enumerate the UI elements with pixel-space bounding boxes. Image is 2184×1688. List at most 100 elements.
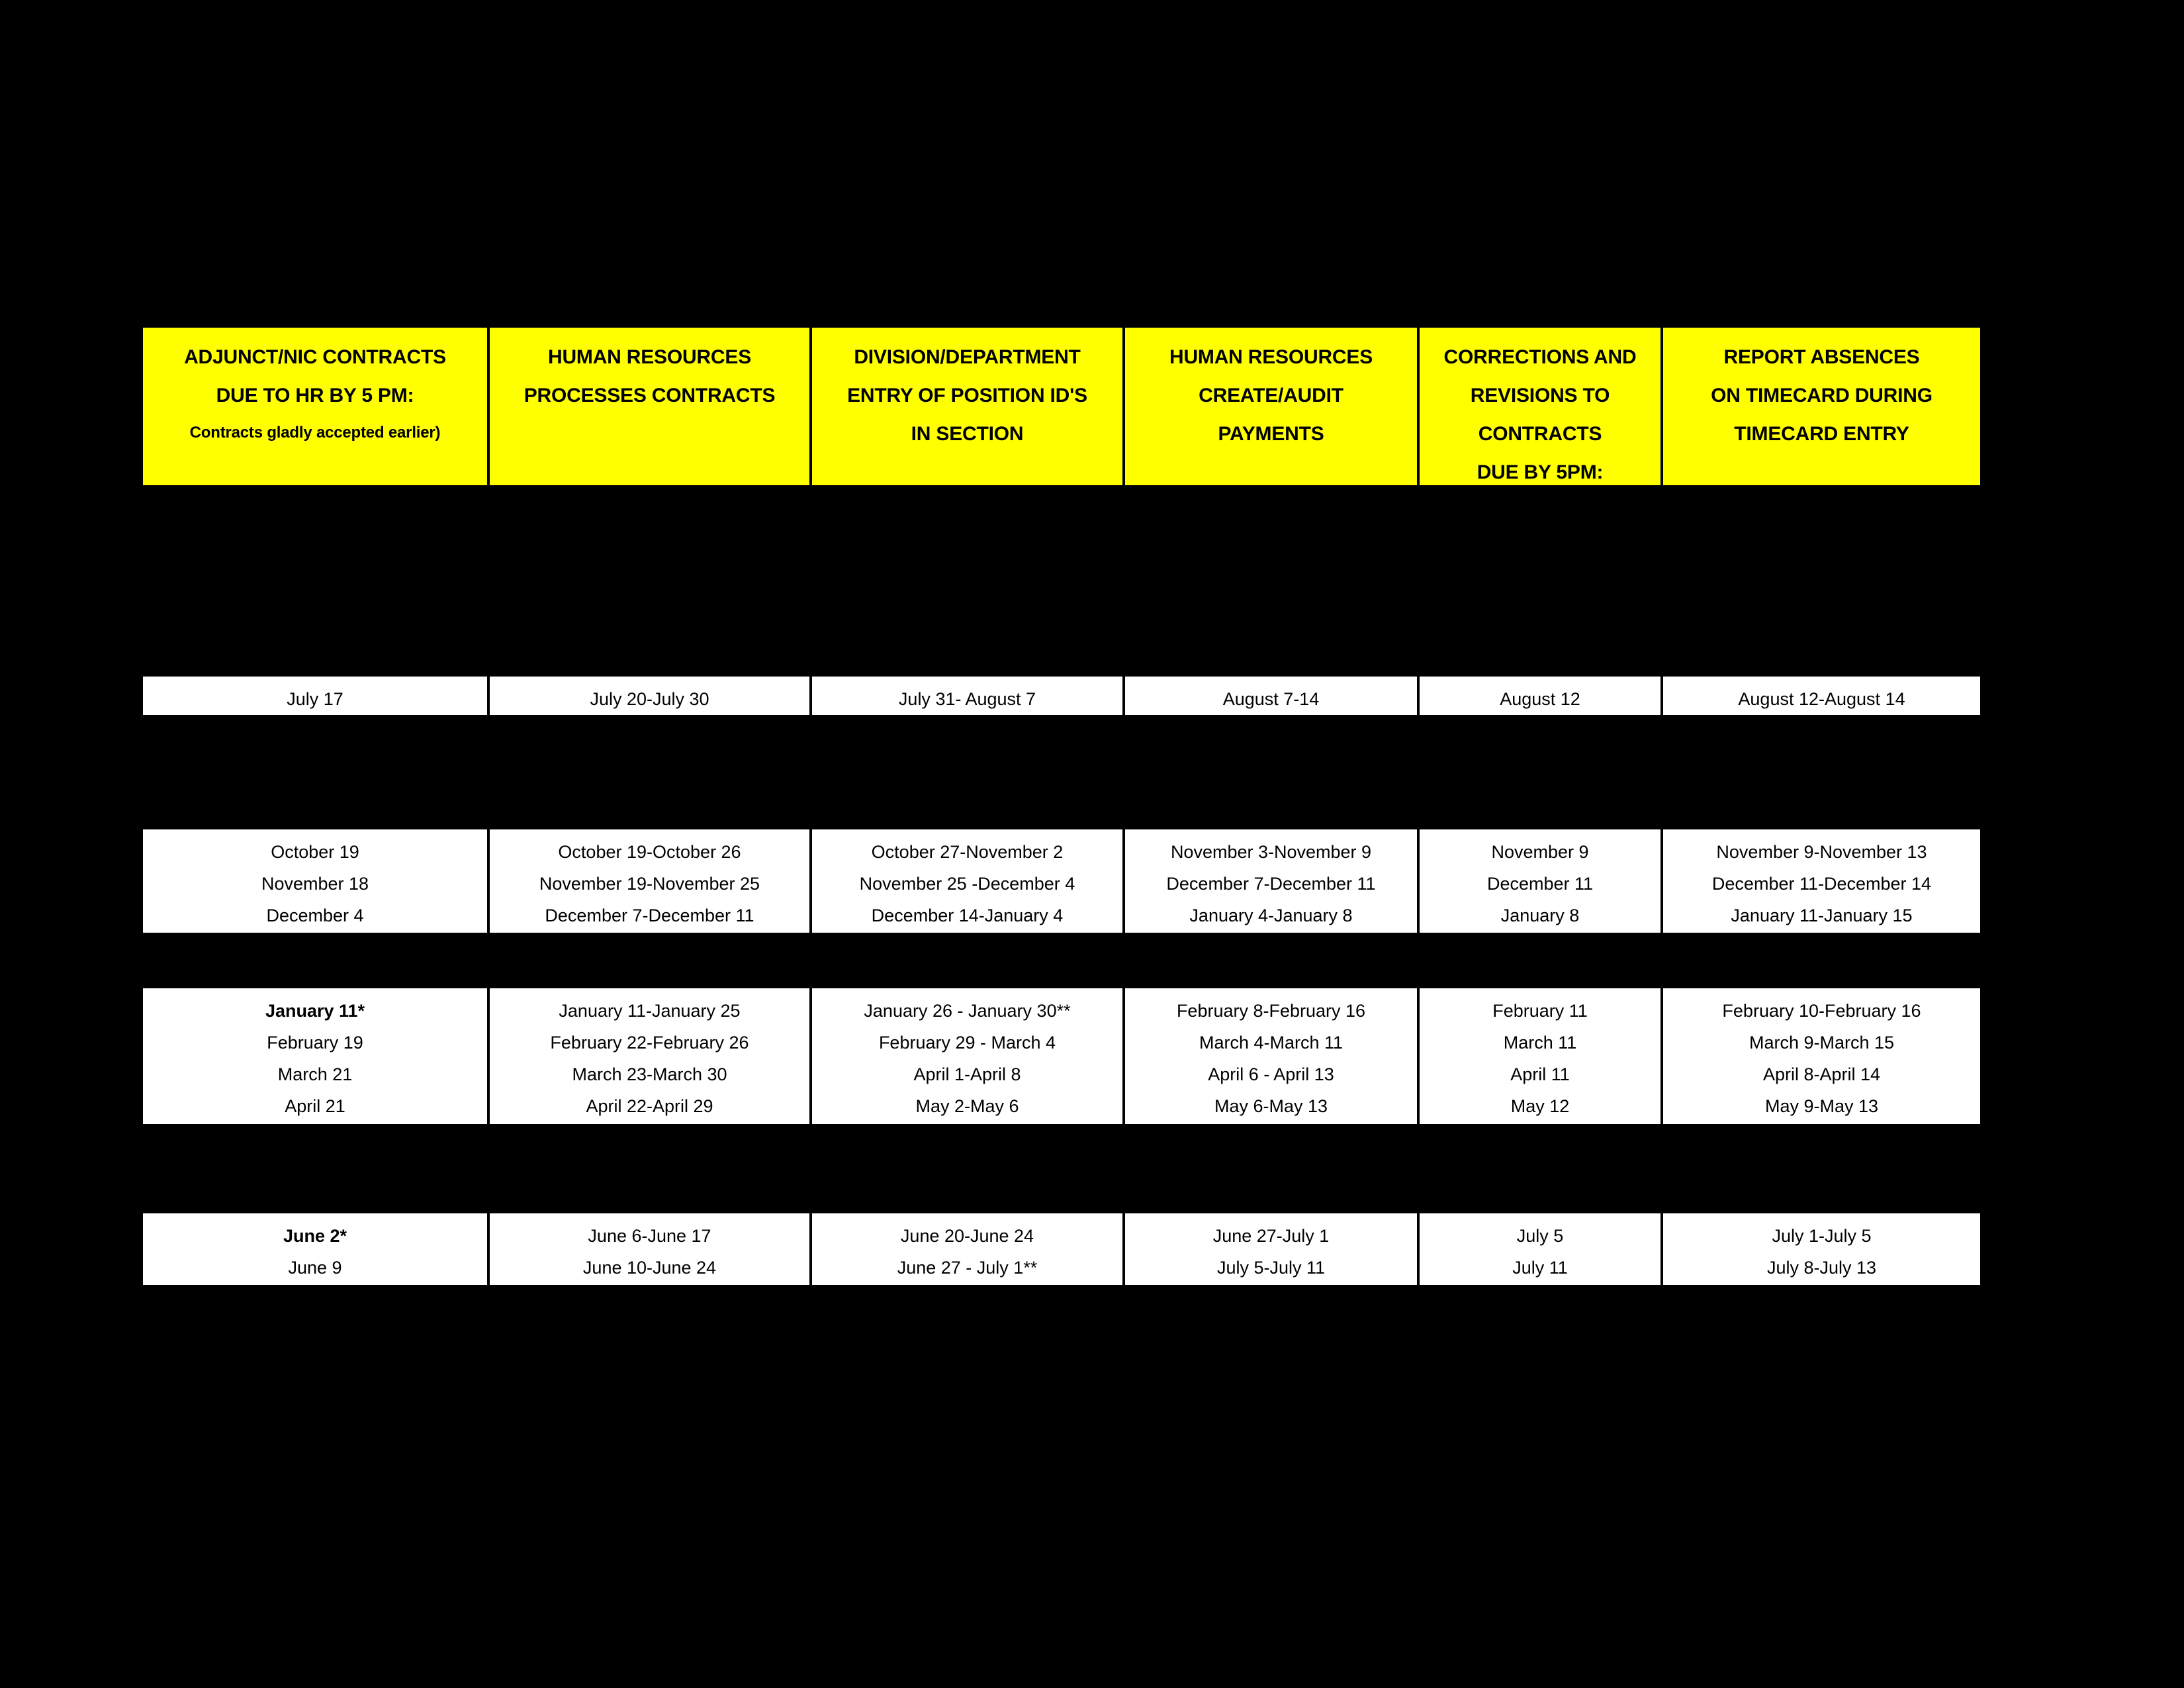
data-block-summer-fall: July 17 July 20-July 30 July 31- August … <box>143 677 1980 715</box>
table-cell: November 3-November 9 December 7-December… <box>1125 829 1420 933</box>
table-cell: February 10-February 16 March 9-March 15 A… <box>1663 988 1980 1124</box>
cell-date-text: July 8-July 13 <box>1766 1258 1877 1278</box>
cell-date-text: October 19-October 26 <box>558 842 741 862</box>
table-cell: February 11 March 11 April 11 May 12 <box>1420 988 1663 1124</box>
payroll-deadline-calendar: ADJUNCT/NIC CONTRACTS DUE TO HR BY 5 PM: C… <box>143 0 1980 1688</box>
cell-date-text: July 20-July 30 <box>590 689 709 709</box>
cell-date-text: March 11 <box>1503 1033 1577 1053</box>
header-line: PAYMENTS <box>1218 423 1324 445</box>
table-cell: November 9 December 11 January 8 <box>1420 829 1663 933</box>
cell-date-text: December 11 <box>1486 874 1594 894</box>
cell-date-text: October 19 <box>271 842 359 862</box>
cell-date-text: June 27 - July 1** <box>897 1258 1038 1278</box>
header-line: HUMAN RESOURCES <box>1169 346 1373 368</box>
header-line: PROCESSES CONTRACTS <box>523 385 776 406</box>
cell-date-text: June 27-July 1 <box>1212 1226 1330 1246</box>
cell-date-text: December 4 <box>266 906 364 925</box>
cell-date-text: December 7-December 11 <box>545 906 754 925</box>
header-line: REPORT ABSENCES <box>1723 346 1920 368</box>
header-cell-human-resources-create-audit-payments: HUMAN RESOURCES CREATE/AUDIT PAYMENTS <box>1125 328 1420 485</box>
table-cell: November 9-November 13 December 11-Decemb… <box>1663 829 1980 933</box>
header-line: DUE TO HR BY 5 PM: <box>216 385 414 406</box>
header-cell-human-resources-processes-contracts: HUMAN RESOURCES PROCESSES CONTRACTS <box>490 328 812 485</box>
header-line: CREATE/AUDIT <box>1199 385 1343 406</box>
cell-date-text: April 6 - April 13 <box>1208 1064 1334 1084</box>
table-cell: August 7-14 <box>1125 677 1420 715</box>
cell-date-text: November 9 <box>1491 842 1589 862</box>
cell-date-text: December 7-December 11 <box>1166 874 1376 894</box>
table-cell: October 19 November 18 December 4 <box>143 829 490 933</box>
cell-date-text: April 21 <box>285 1096 345 1116</box>
header-line: DUE BY 5PM: <box>1477 461 1604 483</box>
cell-date-text: January 26 - January 30** <box>864 1001 1071 1021</box>
cell-date-text: December 14-January 4 <box>871 906 1064 925</box>
table-cell: January 11-January 25 February 22-Februar… <box>490 988 812 1124</box>
cell-date-text: March 23-March 30 <box>572 1064 727 1084</box>
cell-date-text: July 5 <box>1516 1226 1564 1246</box>
data-block-fall: October 19 November 18 December 4 October … <box>143 829 1980 933</box>
header-line: REVISIONS TO <box>1470 385 1610 406</box>
header-line: ENTRY OF POSITION ID'S <box>847 385 1087 406</box>
table-cell: June 27-July 1 July 5-July 11 <box>1125 1213 1420 1285</box>
cell-date-text: November 3-November 9 <box>1170 842 1372 862</box>
cell-date-text: February 11 <box>1492 1001 1588 1021</box>
cell-date-text: February 8-February 16 <box>1176 1001 1366 1021</box>
cell-date-text: November 9-November 13 <box>1716 842 1927 862</box>
header-line: TIMECARD ENTRY <box>1734 423 1909 445</box>
cell-date-text: February 10-February 16 <box>1722 1001 1921 1021</box>
cell-date-text: June 2* <box>283 1226 347 1246</box>
header-line: HUMAN RESOURCES <box>547 346 752 368</box>
cell-date-text: November 18 <box>261 874 369 894</box>
header-line: CONTRACTS <box>1478 423 1602 445</box>
cell-date-text: January 4-January 8 <box>1189 906 1353 925</box>
table-cell: June 20-June 24 June 27 - July 1** <box>812 1213 1125 1285</box>
table-cell: July 1-July 5 July 8-July 13 <box>1663 1213 1980 1285</box>
cell-date-text: May 9-May 13 <box>1764 1096 1879 1116</box>
data-block-summer: June 2* June 9 June 6-June 17 June 10-June… <box>143 1213 1980 1285</box>
cell-date-text: June 20-June 24 <box>900 1226 1034 1246</box>
table-cell: June 2* June 9 <box>143 1213 490 1285</box>
table-cell: October 19-October 26 November 19-Novembe… <box>490 829 812 933</box>
header-cell-report-absences-on-timecard: REPORT ABSENCES ON TIMECARD DURING TIMECAR… <box>1663 328 1980 485</box>
cell-date-text: January 11-January 15 <box>1731 906 1913 925</box>
cell-date-text: August 12 <box>1500 689 1580 709</box>
cell-date-text: July 1-July 5 <box>1772 1226 1872 1246</box>
cell-date-text: March 9-March 15 <box>1749 1033 1895 1053</box>
table-cell: August 12-August 14 <box>1663 677 1980 715</box>
header-cell-division-department-entry: DIVISION/DEPARTMENT ENTRY OF POSITION ID'… <box>812 328 1125 485</box>
table-cell: August 12 <box>1420 677 1663 715</box>
table-cell: February 8-February 16 March 4-March 11 Ap… <box>1125 988 1420 1124</box>
cell-date-text: January 11* <box>265 1001 365 1021</box>
cell-date-text: December 11-December 14 <box>1711 874 1932 894</box>
cell-date-text: April 1-April 8 <box>913 1064 1021 1084</box>
cell-date-text: June 9 <box>288 1258 342 1278</box>
cell-date-text: July 31- August 7 <box>898 689 1036 709</box>
header-cell-corrections-and-revisions: CORRECTIONS AND REVISIONS TO CONTRACTS DUE … <box>1420 328 1663 485</box>
table-cell: July 17 <box>143 677 490 715</box>
cell-date-text: April 22-April 29 <box>586 1096 713 1116</box>
cell-date-text: January 8 <box>1500 906 1580 925</box>
table-header-row: ADJUNCT/NIC CONTRACTS DUE TO HR BY 5 PM: C… <box>143 328 1980 485</box>
header-line: ON TIMECARD DURING <box>1711 385 1933 406</box>
table-cell: July 31- August 7 <box>812 677 1125 715</box>
cell-date-text: November 19-November 25 <box>539 874 760 894</box>
cell-date-text: April 8-April 14 <box>1762 1064 1881 1084</box>
header-cell-adjunct-nic-contracts: ADJUNCT/NIC CONTRACTS DUE TO HR BY 5 PM: C… <box>143 328 490 485</box>
cell-date-text: April 11 <box>1510 1064 1570 1084</box>
header-line: ADJUNCT/NIC CONTRACTS <box>184 346 446 368</box>
header-line: Contracts gladly accepted earlier) <box>189 424 441 442</box>
cell-date-text: June 6-June 17 <box>588 1226 711 1246</box>
cell-date-text: July 11 <box>1512 1258 1568 1278</box>
table-cell: October 27-November 2 November 25 -Decemb… <box>812 829 1125 933</box>
cell-date-text: February 29 - March 4 <box>878 1033 1056 1053</box>
cell-date-text: November 25 -December 4 <box>859 874 1075 894</box>
cell-date-text: October 27-November 2 <box>871 842 1064 862</box>
header-line: DIVISION/DEPARTMENT <box>854 346 1081 368</box>
table-cell: July 5 July 11 <box>1420 1213 1663 1285</box>
cell-date-text: May 2-May 6 <box>915 1096 1019 1116</box>
table-cell: January 26 - January 30** February 29 - M… <box>812 988 1125 1124</box>
cell-date-text: July 5-July 11 <box>1216 1258 1326 1278</box>
cell-date-text: August 7-14 <box>1222 689 1320 709</box>
cell-date-text: February 19 <box>267 1033 363 1053</box>
cell-date-text: March 4-March 11 <box>1199 1033 1343 1053</box>
